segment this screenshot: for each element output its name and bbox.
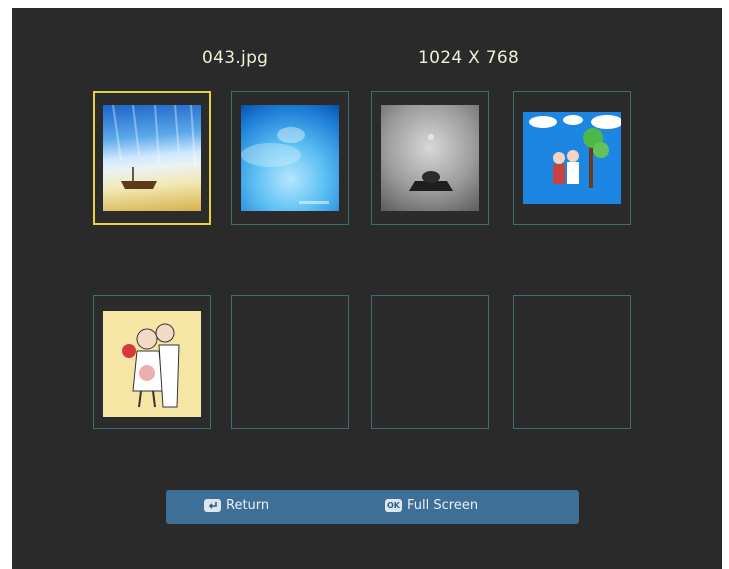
photo-browser-screen: 043.jpg 1024 X 768 Return OK Full Screen (12, 8, 722, 569)
footer-help-bar: Return OK Full Screen (166, 490, 579, 524)
thumbnail-image-gray (381, 105, 479, 211)
fullscreen-label: Full Screen (407, 498, 479, 513)
thumbnail-image-blue (241, 105, 339, 211)
fullscreen-hint[interactable]: OK Full Screen (385, 498, 478, 513)
thumbnail-cell-6[interactable] (231, 295, 349, 429)
ok-icon: OK (385, 499, 402, 512)
thumbnail-image-cartoon (103, 311, 201, 417)
thumbnail-cell-5[interactable] (93, 295, 211, 429)
image-resolution-label: 1024 X 768 (418, 48, 520, 68)
thumbnail-cell-4[interactable] (513, 91, 631, 225)
return-hint[interactable]: Return (204, 498, 269, 513)
thumbnail-image-couple (523, 112, 621, 204)
thumbnail-cell-7[interactable] (371, 295, 489, 429)
return-icon (204, 499, 221, 512)
thumbnail-cell-8[interactable] (513, 295, 631, 429)
thumbnail-cell-2[interactable] (231, 91, 349, 225)
file-name-label: 043.jpg (202, 48, 269, 68)
thumbnail-cell-1[interactable] (93, 91, 211, 225)
thumbnail-image-beach (103, 105, 201, 211)
return-label: Return (226, 498, 270, 513)
thumbnail-cell-3[interactable] (371, 91, 489, 225)
